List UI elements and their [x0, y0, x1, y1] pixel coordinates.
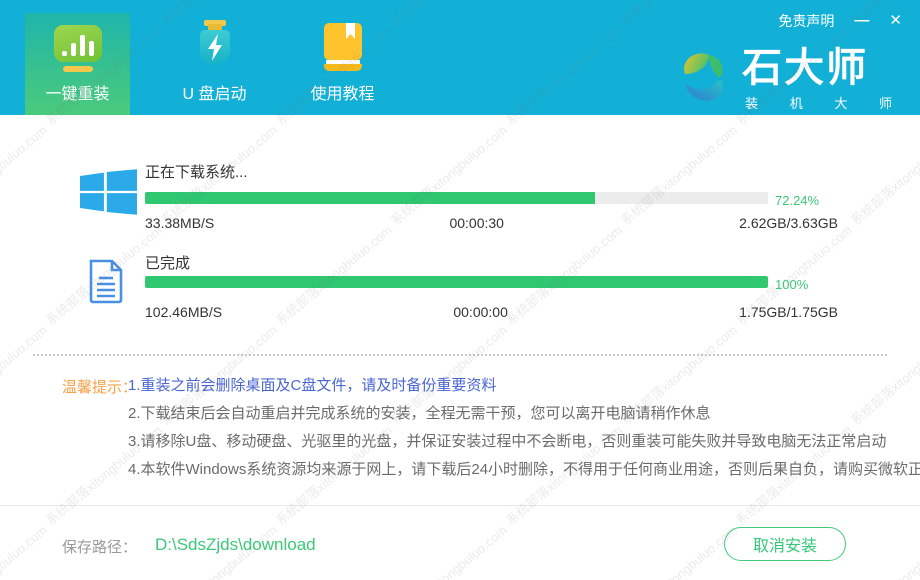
- footer-bar: 保存路径： D:\SdsZjds\download 取消安装: [0, 505, 920, 580]
- tab-one-click-reinstall[interactable]: 一键重装: [25, 13, 130, 115]
- progress-bar-pe: [145, 276, 768, 288]
- download-section-pe: 已完成 100% 102.46MB/S 00:00:00 1.75GB/1.75…: [88, 252, 860, 332]
- watermark-text: 系统部落xitongbuluo.com: [0, 120, 51, 229]
- header: 一键重装 U 盘启动: [0, 0, 920, 115]
- tips-label: 温馨提示：: [62, 376, 137, 397]
- tab-label: 使用教程: [310, 80, 374, 104]
- tip-item: 4.本软件Windows系统资源均来源于网上，请下载后24小时删除，不得用于任何…: [128, 460, 898, 479]
- save-path-value: D:\SdsZjds\download: [155, 535, 316, 555]
- windows-logo-icon: [80, 169, 137, 220]
- download-time: 00:00:30: [449, 215, 504, 231]
- brand-logo-icon: [675, 46, 733, 111]
- tab-tutorial[interactable]: 使用教程: [290, 13, 395, 115]
- progress-percent: 72.24%: [775, 193, 819, 208]
- tab-usb-boot[interactable]: U 盘启动: [162, 13, 267, 115]
- download-section-system: 正在下载系统... 72.24% 33.38MB/S 00:00:30 2.62…: [88, 161, 860, 241]
- download-size: 1.75GB/1.75GB: [739, 304, 838, 320]
- brand-title: 石大师: [742, 46, 906, 90]
- book-icon: [321, 22, 365, 72]
- download-time: 00:00:00: [453, 304, 508, 320]
- tip-item: 2.下载结束后会自动重启并完成系统的安装，全程无需干预，您可以离开电脑请稍作休息: [128, 404, 898, 423]
- usb-shield-icon: [192, 20, 238, 72]
- watermark-text: 系统部落xitongbuluo.com: [0, 320, 51, 429]
- document-icon: [88, 258, 124, 309]
- save-path-label: 保存路径：: [62, 536, 137, 557]
- tip-item: 3.请移除U盘、移动硬盘、光驱里的光盘，并保证安装过程中不会断电，否则重装可能失…: [128, 432, 898, 451]
- tips-list: 1.重装之前会删除桌面及C盘文件，请及时备份重要资料 2.下载结束后会自动重启并…: [128, 376, 898, 488]
- progress-percent: 100%: [775, 277, 808, 292]
- download-size: 2.62GB/3.63GB: [739, 215, 838, 231]
- tab-label: 一键重装: [45, 80, 109, 104]
- tab-label: U 盘启动: [182, 80, 246, 104]
- tip-item: 1.重装之前会删除桌面及C盘文件，请及时备份重要资料: [128, 376, 898, 395]
- progress-fill: [145, 276, 768, 288]
- download-speed: 33.38MB/S: [145, 215, 214, 231]
- download-stats: 33.38MB/S 00:00:30 2.62GB/3.63GB: [145, 215, 838, 231]
- close-icon[interactable]: ✕: [889, 12, 902, 30]
- bar-chart-icon: [54, 25, 102, 72]
- disclaimer-link[interactable]: 免责声明: [778, 11, 834, 31]
- download-speed: 102.46MB/S: [145, 304, 222, 320]
- dotted-divider: [33, 354, 887, 356]
- cancel-install-button[interactable]: 取消安装: [724, 527, 846, 561]
- titlebar-controls: 免责声明 — ✕: [778, 11, 902, 31]
- progress-bar-system: [145, 192, 768, 204]
- download-stats: 102.46MB/S 00:00:00 1.75GB/1.75GB: [145, 304, 838, 320]
- minimize-icon[interactable]: —: [854, 12, 869, 30]
- brand-logo: 石大师 装 机 大 师: [675, 46, 906, 112]
- download-title: 已完成: [145, 252, 190, 273]
- download-title: 正在下载系统...: [145, 161, 248, 182]
- app-window: 一键重装 U 盘启动: [0, 0, 920, 580]
- brand-subtitle: 装 机 大 师: [742, 93, 906, 112]
- progress-fill: [145, 192, 595, 204]
